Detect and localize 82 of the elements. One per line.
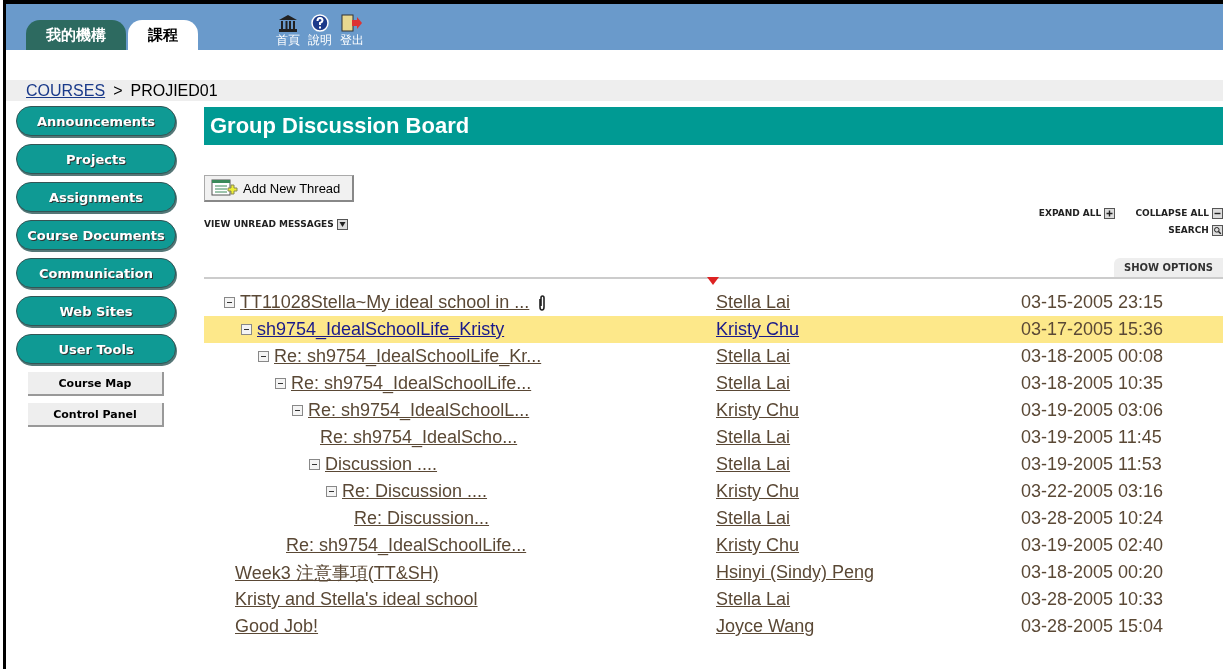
author-link[interactable]: Joyce Wang xyxy=(716,616,1021,637)
author-link[interactable]: Kristy Chu xyxy=(716,319,1021,340)
thread-subject-link[interactable]: Re: Discussion... xyxy=(354,508,490,529)
thread-row[interactable]: Re: sh9754_IdealSchoolL... Kristy Chu 03-19-2005 03:06 xyxy=(204,397,1223,424)
thread-subject-link[interactable]: TT11028Stella~My ideal school in ... xyxy=(240,292,530,313)
thread-subject-link[interactable]: Week3 注意事項(TT&SH) xyxy=(235,560,439,585)
add-list-icon xyxy=(211,179,239,197)
minus-icon xyxy=(1212,208,1223,219)
post-date: 03-17-2005 15:36 xyxy=(1021,319,1164,340)
thread-subject-link[interactable]: Re: sh9754_IdealSchoolLife... xyxy=(291,373,532,394)
breadcrumb-separator: > xyxy=(113,81,123,100)
thread-subject-link[interactable]: Kristy and Stella's ideal school xyxy=(235,589,478,610)
thread-subject-link[interactable]: Discussion .... xyxy=(325,454,438,475)
building-icon xyxy=(278,14,298,32)
add-thread-button[interactable]: Add New Thread xyxy=(204,175,355,202)
author-link[interactable]: Stella Lai xyxy=(716,427,1021,448)
plus-icon xyxy=(1104,208,1116,219)
expand-all-button[interactable]: EXPAND ALL xyxy=(1038,208,1116,219)
post-date: 03-18-2005 00:20 xyxy=(1021,562,1164,583)
post-date: 03-28-2005 10:33 xyxy=(1021,589,1164,610)
thread-subject-link[interactable]: Re: sh9754_IdealScho... xyxy=(320,427,518,448)
thread-row[interactable]: Re: Discussion .... Kristy Chu 03-22-2005 03:16 xyxy=(204,478,1223,505)
search-button[interactable]: SEARCH xyxy=(1168,225,1223,236)
thread-subject-link[interactable]: Good Job! xyxy=(235,616,319,637)
post-date: 03-19-2005 11:53 xyxy=(1021,454,1162,475)
thread-subject-link[interactable]: Re: sh9754_IdealSchoolLife... xyxy=(286,535,527,556)
collapse-all-button[interactable]: COLLAPSE ALL xyxy=(1135,208,1223,219)
thread-row[interactable]: TT11028Stella~My ideal school in ... Stella Lai 03-15-2005 23:15 xyxy=(204,289,1223,316)
post-date: 03-22-2005 03:16 xyxy=(1021,481,1164,502)
author-link[interactable]: Stella Lai xyxy=(716,589,1021,610)
thread-row[interactable]: Re: sh9754_IdealSchoolLife_Kr... Stella Lai 03-18-2005 00:08 xyxy=(204,343,1223,370)
thread-subject-link[interactable]: Re: sh9754_IdealSchoolLife_Kr... xyxy=(274,346,542,367)
dropdown-icon xyxy=(336,218,348,230)
thread-row[interactable]: Re: sh9754_IdealSchoolLife... Stella Lai 03-18-2005 10:35 xyxy=(204,370,1223,397)
thread-subject-link[interactable]: Re: sh9754_IdealSchoolL... xyxy=(308,400,530,421)
post-date: 03-19-2005 03:06 xyxy=(1021,400,1164,421)
thread-row[interactable]: Kristy and Stella's ideal school Stella Lai 03-28-2005 10:33 xyxy=(204,586,1223,613)
post-date: 03-19-2005 11:45 xyxy=(1021,427,1162,448)
thread-row[interactable]: Week3 注意事項(TT&SH) Hsinyi (Sindy) Peng 03-18-2005 00:20 xyxy=(204,559,1223,586)
show-options-tab[interactable]: SHOW OPTIONS xyxy=(1113,258,1223,277)
door-arrow-icon xyxy=(341,14,363,32)
author-link[interactable]: Stella Lai xyxy=(716,454,1021,475)
nav-tab[interactable]: 我的機構 xyxy=(26,20,126,50)
post-date: 03-18-2005 10:35 xyxy=(1021,373,1164,394)
post-date: 03-19-2005 02:40 xyxy=(1021,535,1164,556)
thread-subject-link[interactable]: sh9754_IdealSchoolLife_Kristy xyxy=(257,319,505,340)
page-title: Group Discussion Board xyxy=(204,107,1223,145)
author-link[interactable]: Hsinyi (Sindy) Peng xyxy=(716,562,1021,583)
thread-subject-link[interactable]: Re: Discussion .... xyxy=(342,481,488,502)
breadcrumb-link[interactable]: COURSES xyxy=(26,81,106,100)
collapse-icon[interactable] xyxy=(224,297,235,308)
collapse-icon[interactable] xyxy=(241,324,252,335)
collapse-icon[interactable] xyxy=(275,378,286,389)
collapse-icon[interactable] xyxy=(309,459,320,470)
nav-tab[interactable]: 課程 xyxy=(128,20,198,50)
sort-arrow-icon xyxy=(707,277,719,285)
search-icon xyxy=(1212,225,1223,236)
view-unread-dropdown[interactable]: VIEW UNREAD MESSAGES xyxy=(204,212,348,236)
tool-button[interactable]: Course Map xyxy=(28,372,164,396)
help-icon xyxy=(310,14,330,32)
post-date: 03-18-2005 00:08 xyxy=(1021,346,1164,367)
author-link[interactable]: Kristy Chu xyxy=(716,481,1021,502)
post-date: 03-15-2005 23:15 xyxy=(1021,292,1164,313)
breadcrumb-current: PROJIED01 xyxy=(130,81,218,100)
collapse-icon[interactable] xyxy=(258,351,269,362)
author-link[interactable]: Stella Lai xyxy=(716,346,1021,367)
post-date: 03-28-2005 10:24 xyxy=(1021,508,1164,529)
author-link[interactable]: Stella Lai xyxy=(716,373,1021,394)
thread-row[interactable]: Re: sh9754_IdealScho... Stella Lai 03-19-2005 11:45 xyxy=(204,424,1223,451)
collapse-icon[interactable] xyxy=(292,405,303,416)
thread-row[interactable]: sh9754_IdealSchoolLife_Kristy Kristy Chu 03-17-2005 15:36 xyxy=(204,316,1223,343)
thread-row[interactable]: Re: sh9754_IdealSchoolLife... Kristy Chu 03-19-2005 02:40 xyxy=(204,532,1223,559)
author-link[interactable]: Kristy Chu xyxy=(716,535,1021,556)
thread-row[interactable]: Good Job! Joyce Wang 03-28-2005 15:04 xyxy=(204,613,1223,640)
tool-button[interactable]: Control Panel xyxy=(28,403,164,427)
author-link[interactable]: Stella Lai xyxy=(716,508,1021,529)
author-link[interactable]: Stella Lai xyxy=(716,292,1021,313)
collapse-icon[interactable] xyxy=(326,486,337,497)
thread-row[interactable]: Re: Discussion... Stella Lai 03-28-2005 10:24 xyxy=(204,505,1223,532)
post-date: 03-28-2005 15:04 xyxy=(1021,616,1164,637)
author-link[interactable]: Kristy Chu xyxy=(716,400,1021,421)
thread-row[interactable]: Discussion .... Stella Lai 03-19-2005 11:53 xyxy=(204,451,1223,478)
